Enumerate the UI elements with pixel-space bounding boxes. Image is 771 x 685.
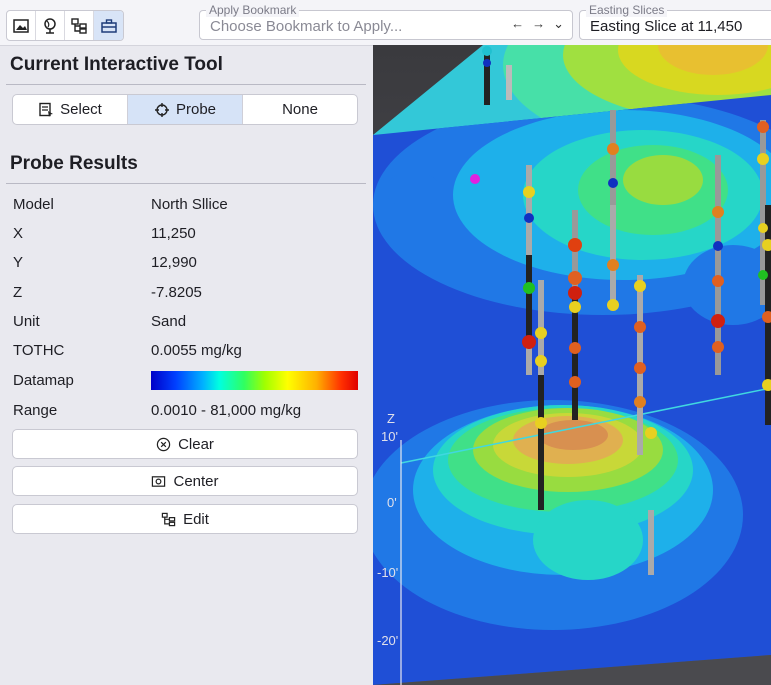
clear-button[interactable]: Clear (12, 429, 358, 459)
bookmark-placeholder: Choose Bookmark to Apply... (210, 18, 403, 35)
bookmark-legend: Apply Bookmark (206, 4, 300, 17)
result-value: Sand (151, 313, 187, 330)
result-key: Range (13, 402, 58, 419)
result-value: 11,250 (151, 225, 196, 242)
probe-tool-button[interactable]: Probe (128, 95, 243, 124)
result-row-x: X 11,250 (13, 222, 363, 246)
center-button[interactable]: Center (12, 466, 358, 496)
select-tool-button[interactable]: Select (13, 95, 128, 124)
next-bookmark-icon[interactable]: → (532, 16, 545, 32)
tool-selector: Select Probe None (12, 94, 358, 125)
probe-results-title: Probe Results (10, 153, 138, 174)
select-list-icon (39, 102, 54, 117)
center-label: Center (173, 472, 219, 490)
easting-slices-select[interactable]: Easting Slices Easting Slice at 11,450 (579, 4, 771, 40)
result-key: TOTHC (13, 342, 65, 359)
hierarchy-edit-icon (161, 512, 176, 526)
result-row-model: Model North Sllice (13, 193, 363, 217)
edit-button[interactable]: Edit (12, 504, 358, 534)
result-row-datamap: Datamap (13, 369, 363, 393)
z-tick: -20' (377, 633, 398, 648)
z-tick: -10' (377, 565, 398, 580)
view-toolbar (6, 10, 124, 41)
image-icon[interactable] (7, 11, 36, 40)
result-value: 12,990 (151, 254, 197, 271)
result-key: Model (13, 196, 54, 213)
easting-value: Easting Slice at 11,450 (590, 18, 743, 35)
result-row-y: Y 12,990 (13, 251, 363, 275)
result-key: Y (13, 254, 24, 271)
result-row-unit: Unit Sand (13, 310, 363, 334)
3d-viewer[interactable]: Z 10' 0' -10' -20' (373, 45, 771, 685)
globe-icon[interactable] (36, 11, 65, 40)
edit-label: Edit (183, 510, 209, 528)
side-panel: Current Interactive Tool Select Probe No… (0, 46, 372, 685)
select-tool-label: Select (60, 101, 102, 118)
divider (6, 183, 366, 184)
result-row-tothc: TOTHC 0.0055 mg/kg (13, 339, 363, 363)
contour-scene: Z 10' 0' -10' -20' (373, 45, 771, 685)
previous-bookmark-icon[interactable]: ← (511, 16, 524, 32)
result-value: 0.0055 mg/kg (151, 342, 242, 359)
probe-tool-label: Probe (175, 101, 217, 118)
divider (6, 84, 366, 85)
none-tool-button[interactable]: None (243, 95, 357, 124)
tool-panel-title: Current Interactive Tool (10, 54, 223, 75)
toolbox-icon[interactable] (94, 11, 123, 40)
easting-legend: Easting Slices (586, 4, 668, 17)
z-tick: 10' (381, 429, 398, 444)
datamap-color-ramp (151, 371, 358, 390)
result-row-range: Range 0.0010 - 81,000 mg/kg (13, 399, 363, 423)
result-key: Unit (13, 313, 40, 330)
result-value: 0.0010 - 81,000 mg/kg (151, 402, 302, 419)
clear-label: Clear (178, 435, 214, 453)
z-tick: 0' (387, 495, 397, 510)
clear-circle-icon (156, 437, 171, 451)
result-key: X (13, 225, 24, 242)
result-key: Datamap (13, 372, 74, 389)
hierarchy-icon[interactable] (65, 11, 94, 40)
center-view-icon (152, 475, 166, 487)
top-toolbar: Apply Bookmark Choose Bookmark to Apply.… (0, 0, 771, 46)
bookmark-select[interactable]: Apply Bookmark Choose Bookmark to Apply.… (199, 4, 573, 40)
chevron-down-icon[interactable]: ⌄ (553, 16, 564, 32)
none-tool-label: None (282, 101, 318, 118)
crosshair-icon (154, 102, 169, 117)
result-value: -7.8205 (151, 284, 202, 301)
result-key: Z (13, 284, 23, 301)
result-value: North Sllice (151, 196, 228, 213)
result-row-z: Z -7.8205 (13, 281, 363, 305)
z-axis-label: Z (387, 411, 395, 426)
